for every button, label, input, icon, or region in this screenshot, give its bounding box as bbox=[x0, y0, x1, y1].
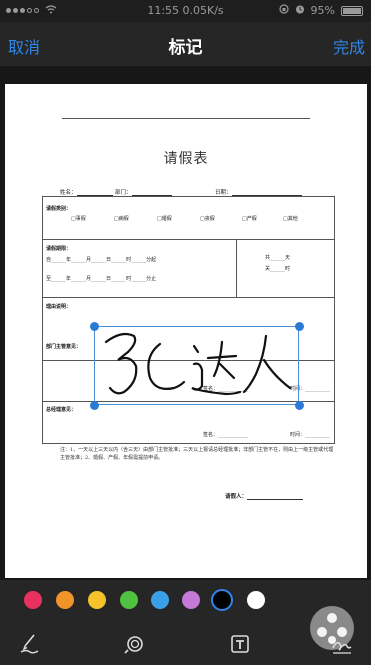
status-right: 95% bbox=[278, 4, 363, 17]
color-swatch-purple[interactable] bbox=[182, 591, 200, 609]
text-box-icon[interactable] bbox=[228, 632, 252, 656]
alarm-clock-icon bbox=[295, 4, 305, 17]
leave-type-3: □丧假 bbox=[200, 216, 215, 222]
orientation-lock-icon bbox=[278, 4, 289, 17]
color-swatch-white[interactable] bbox=[247, 591, 265, 609]
resize-handle-bottom-right[interactable] bbox=[294, 400, 304, 410]
total-hours: 关______时 bbox=[265, 266, 291, 272]
period-row-1: 自______年______月______日______时______分起 bbox=[46, 257, 157, 263]
handwritten-signature[interactable] bbox=[94, 326, 299, 405]
leave-type-5: □其他 bbox=[283, 216, 298, 222]
color-swatch-yellow[interactable] bbox=[88, 591, 106, 609]
footnote: 注：1、一天以上三天以内（含三天）由部门主管批准；三天以上报请总经理批准；非部门… bbox=[60, 447, 334, 461]
reason-label: 理由说明： bbox=[46, 304, 72, 310]
magnifier-icon[interactable] bbox=[123, 632, 147, 656]
leave-form-table: 请假类别： □事假 □病假 □婚假 □丧假 □产假 □其他 请假期限： 自___… bbox=[42, 196, 335, 444]
watermark-logo bbox=[310, 606, 354, 650]
document-page: 请假表 姓名： 部门： 日期： 请假类别： □事假 □病假 □婚假 □丧假 □产… bbox=[5, 84, 367, 578]
leave-type-2: □婚假 bbox=[157, 216, 172, 222]
header-rule bbox=[62, 118, 310, 119]
leave-period-label: 请假期限： bbox=[46, 246, 72, 252]
resize-handle-top-left[interactable] bbox=[89, 321, 99, 331]
done-button[interactable]: 完成 bbox=[333, 34, 365, 58]
date-field: 日期： bbox=[215, 188, 302, 196]
leave-type-1: □病假 bbox=[114, 216, 129, 222]
color-swatch-blue[interactable] bbox=[151, 591, 169, 609]
leave-type-label: 请假类别： bbox=[46, 206, 72, 212]
sign-field-2: 签名：____________ bbox=[203, 432, 249, 438]
color-swatch-green[interactable] bbox=[120, 591, 138, 609]
leave-type-0: □事假 bbox=[71, 216, 86, 222]
battery-percent: 95% bbox=[310, 4, 335, 17]
color-swatch-pink[interactable] bbox=[24, 591, 42, 609]
battery-icon bbox=[341, 5, 363, 16]
total-days: 共______天 bbox=[265, 255, 291, 261]
status-bar: 11:55 0.05K/s 95% bbox=[0, 0, 371, 22]
dept-manager-label: 部门主管意见： bbox=[46, 344, 82, 350]
resize-handle-top-right[interactable] bbox=[294, 321, 304, 331]
leave-type-4: □产假 bbox=[242, 216, 257, 222]
name-field: 姓名： bbox=[60, 188, 113, 196]
resize-handle-bottom-left[interactable] bbox=[89, 400, 99, 410]
time-field-2: 时间：__________ bbox=[290, 432, 331, 438]
page-title: 标记 bbox=[168, 38, 203, 58]
pen-icon[interactable] bbox=[18, 632, 42, 656]
color-swatch-orange[interactable] bbox=[56, 591, 74, 609]
color-swatch-black[interactable] bbox=[211, 589, 233, 611]
gm-label: 总经理意见： bbox=[46, 407, 77, 413]
dept-field: 部门： bbox=[115, 188, 172, 196]
nav-bar: 取消 标记 完成 bbox=[0, 22, 371, 66]
document-title: 请假表 bbox=[163, 151, 209, 167]
applicant-field: 请假人： bbox=[225, 492, 304, 500]
period-row-2: 至______年______月______日______时______分止 bbox=[46, 276, 157, 282]
markup-canvas[interactable]: 请假表 姓名： 部门： 日期： 请假类别： □事假 □病假 □婚假 □丧假 □产… bbox=[0, 66, 371, 580]
